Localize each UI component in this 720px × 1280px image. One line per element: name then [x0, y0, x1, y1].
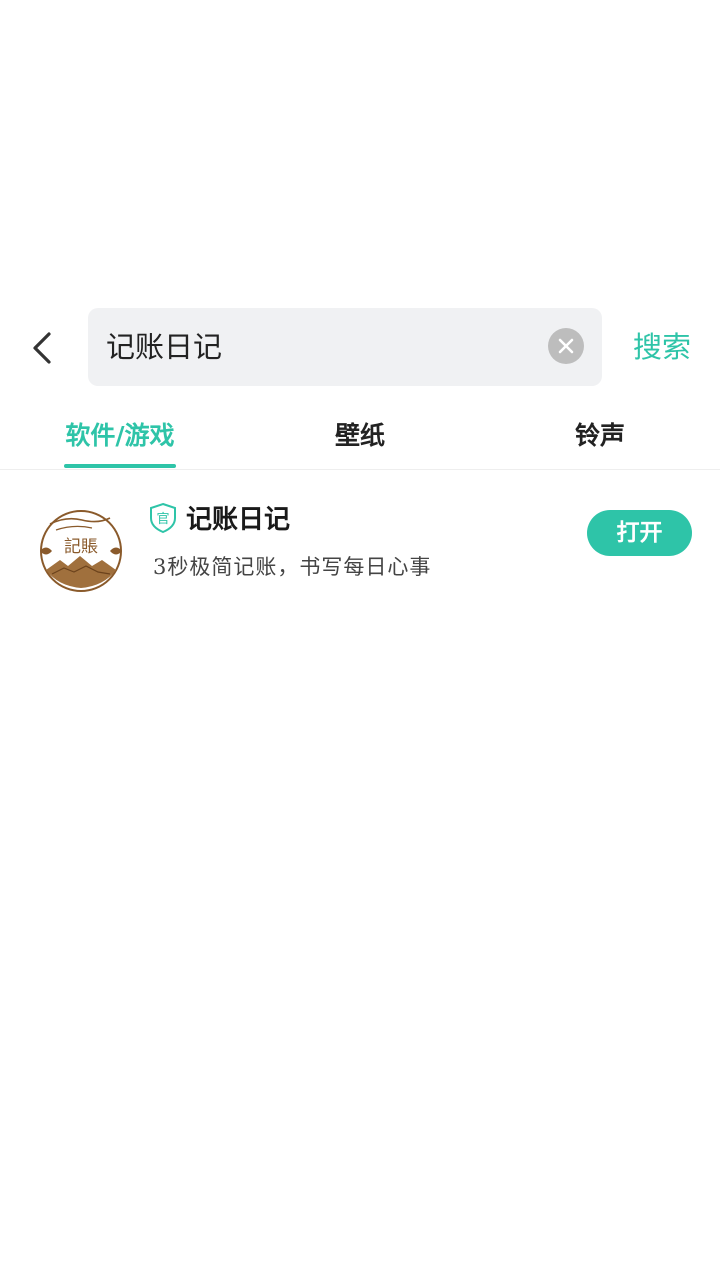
app-description: 3秒极简记账，书写每日心事	[153, 555, 432, 579]
back-button[interactable]	[20, 328, 64, 368]
app-name[interactable]: 记账日记	[186, 500, 290, 540]
list-item[interactable]: 記賬 官 记账日记 3秒极简记账，书写每日心事 打开	[0, 480, 720, 610]
search-results-screen: 搜索 软件/游戏 壁纸 铃声 記賬 官 记账日记 3秒极简记	[0, 0, 720, 1280]
official-badge-icon: 官	[150, 502, 176, 534]
search-input[interactable]	[106, 308, 536, 386]
chevron-left-icon	[33, 332, 51, 364]
tab-ringtone[interactable]: 铃声	[560, 416, 640, 456]
search-box	[88, 308, 602, 386]
close-icon	[558, 338, 574, 354]
tab-wallpaper[interactable]: 壁纸	[320, 416, 400, 456]
search-button[interactable]: 搜索	[624, 326, 700, 368]
official-badge-label: 官	[156, 511, 169, 527]
app-icon-text: 記賬	[64, 537, 98, 557]
open-app-button[interactable]: 打开	[587, 510, 692, 556]
clear-search-button[interactable]	[548, 328, 584, 364]
app-icon[interactable]: 記賬	[36, 506, 126, 596]
active-tab-indicator	[64, 464, 176, 468]
search-bar-row: 搜索	[0, 308, 720, 386]
category-tabs: 软件/游戏 壁纸 铃声	[0, 400, 720, 470]
tab-software-games[interactable]: 软件/游戏	[60, 416, 180, 456]
